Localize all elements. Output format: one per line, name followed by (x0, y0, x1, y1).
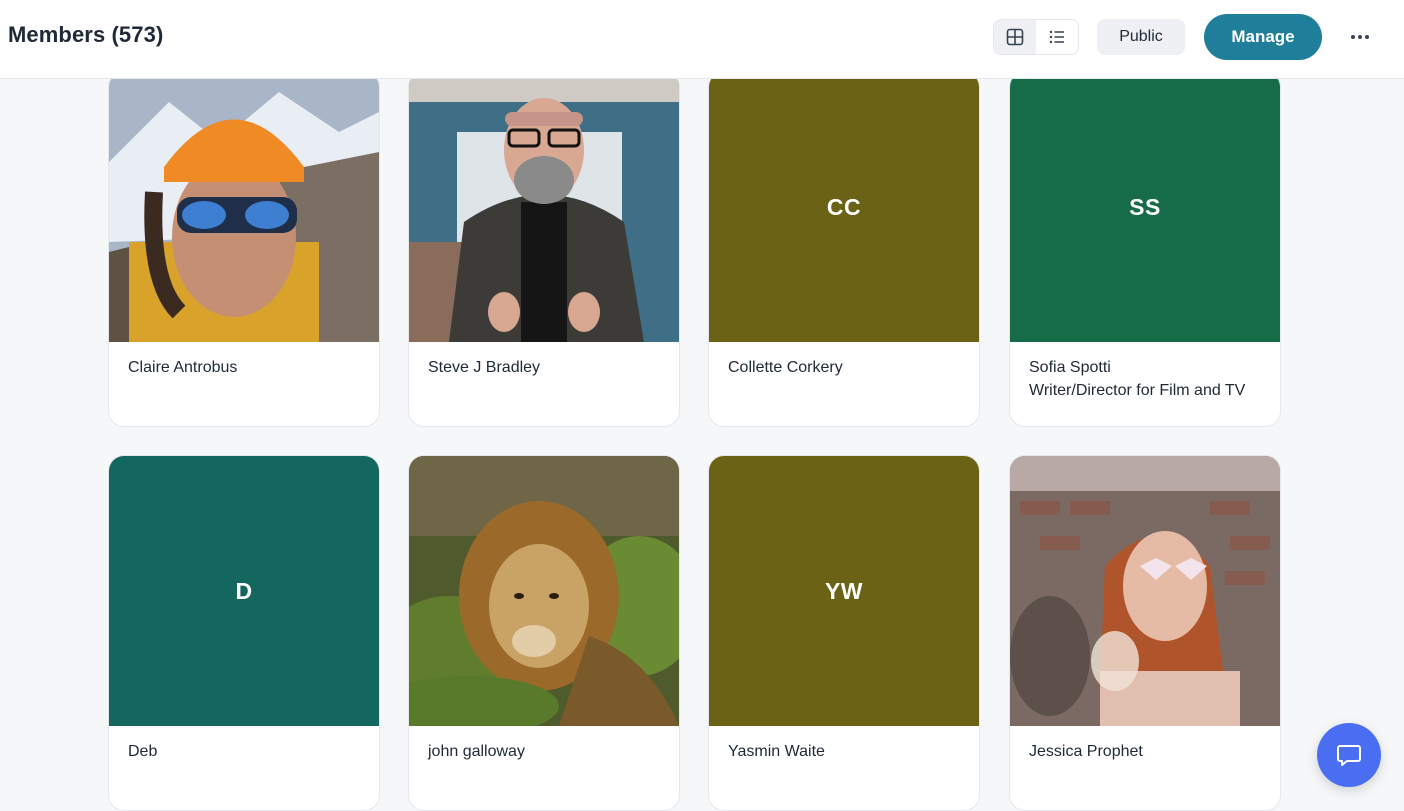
member-info: Claire Antrobus (128, 356, 367, 379)
visibility-public-button[interactable]: Public (1097, 19, 1185, 55)
avatar-initials: SS (1010, 72, 1280, 342)
member-photo (409, 456, 679, 726)
avatar-initials: YW (709, 456, 979, 726)
member-headline: Writer/Director for Film and TV (1029, 382, 1246, 399)
member-card[interactable]: Steve J Bradley (408, 71, 680, 427)
grid-icon (1006, 28, 1024, 46)
member-name: Jessica Prophet (1029, 743, 1143, 760)
member-card[interactable]: Jessica Prophet (1009, 455, 1281, 811)
member-name: Collette Corkery (728, 359, 843, 376)
member-info: Collette Corkery (728, 356, 967, 379)
member-avatar: D (109, 456, 379, 726)
member-info: Deb (128, 740, 367, 763)
member-photo (109, 72, 379, 342)
member-avatar: CC (709, 72, 979, 342)
member-info: john galloway (428, 740, 667, 763)
member-name: Steve J Bradley (428, 359, 541, 376)
view-toggle (993, 19, 1079, 55)
top-bar: Members (573) Public Manage (0, 0, 1404, 79)
member-name: Yasmin Waite (728, 743, 825, 760)
member-card[interactable]: john galloway (408, 455, 680, 811)
member-card[interactable]: CC Collette Corkery (708, 71, 980, 427)
member-card[interactable]: Claire Antrobus (108, 71, 380, 427)
member-card[interactable]: SS Sofia Spotti Writer/Director for Film… (1009, 71, 1281, 427)
member-info: Yasmin Waite (728, 740, 967, 763)
member-name: john galloway (428, 743, 525, 760)
member-info: Jessica Prophet (1029, 740, 1268, 763)
list-view-button[interactable] (1036, 20, 1078, 54)
member-card[interactable]: D Deb (108, 455, 380, 811)
member-info: Sofia Spotti Writer/Director for Film an… (1029, 356, 1268, 402)
member-name: Deb (128, 743, 158, 760)
member-name: Claire Antrobus (128, 359, 238, 376)
list-icon (1049, 30, 1064, 44)
more-horizontal-icon (1351, 35, 1369, 39)
member-info: Steve J Bradley (428, 356, 667, 379)
member-card[interactable]: YW Yasmin Waite (708, 455, 980, 811)
member-avatar: YW (709, 456, 979, 726)
manage-button[interactable]: Manage (1204, 14, 1322, 60)
chat-bubble-icon (1337, 745, 1361, 766)
avatar-initials: D (109, 456, 379, 726)
more-options-button[interactable] (1342, 22, 1378, 52)
avatar-initials: CC (709, 72, 979, 342)
chat-launcher-button[interactable] (1317, 723, 1381, 787)
page-title: Members (573) (8, 22, 164, 47)
member-name: Sofia Spotti (1029, 359, 1111, 376)
member-avatar: SS (1010, 72, 1280, 342)
grid-view-button[interactable] (994, 20, 1036, 54)
member-photo (409, 72, 679, 342)
member-photo (1010, 456, 1280, 726)
